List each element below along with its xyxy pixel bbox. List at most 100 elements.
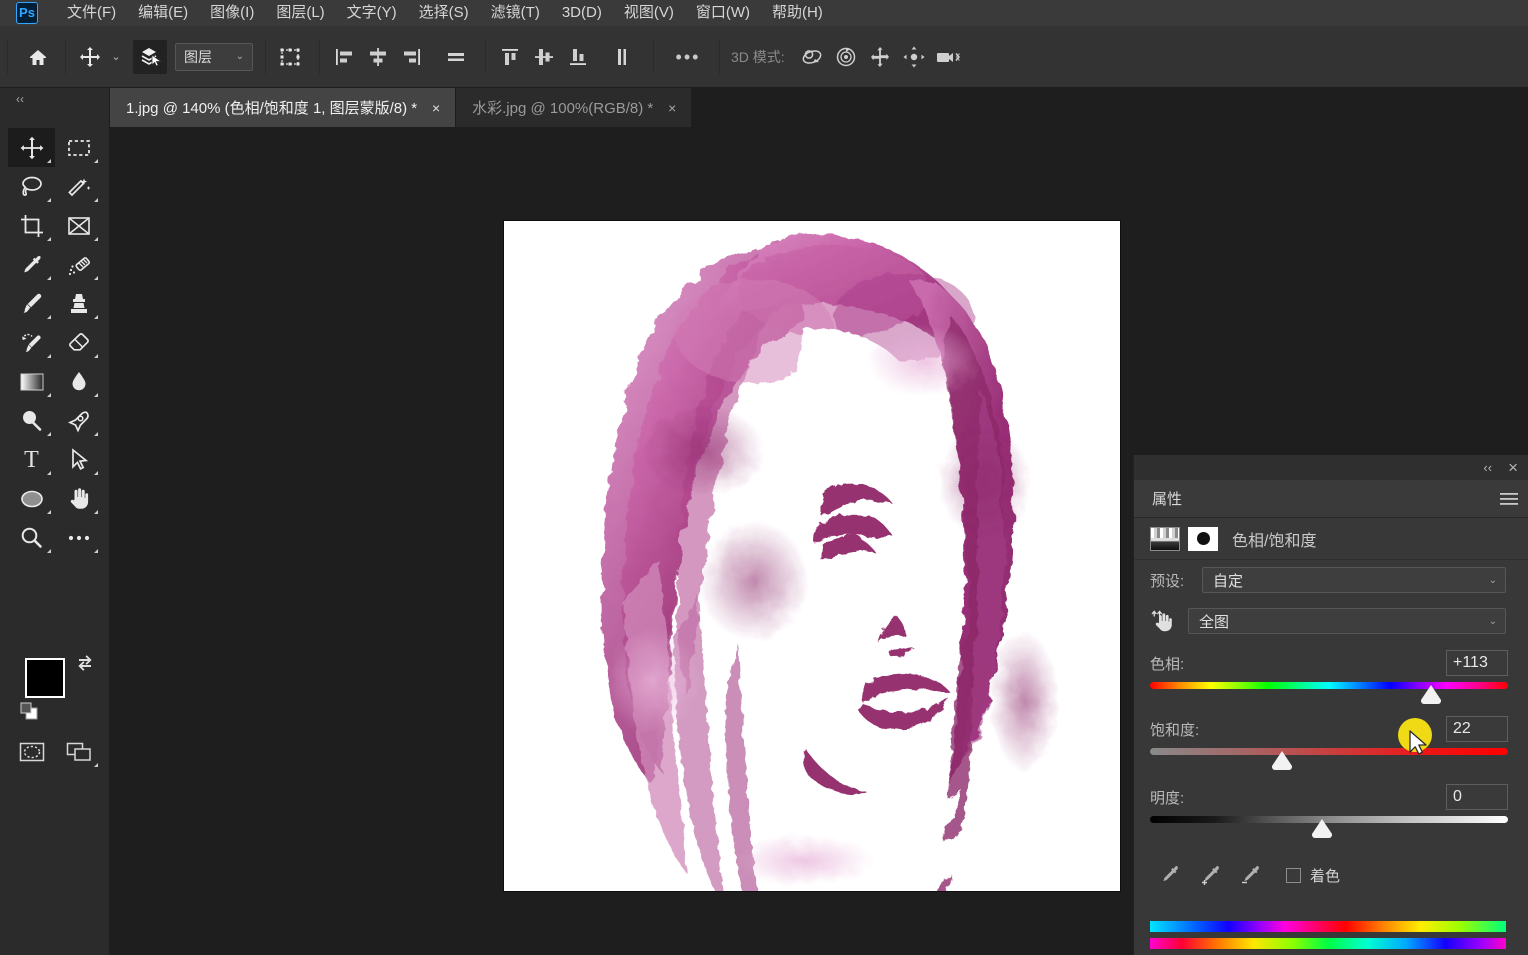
edit-toolbar-button[interactable] <box>55 518 102 557</box>
slide-3d-icon[interactable] <box>897 40 931 74</box>
panel-menu-icon[interactable] <box>1490 480 1528 517</box>
menu-view[interactable]: 视图(V) <box>613 0 685 26</box>
tool-corner-indicator <box>94 237 98 241</box>
zoom-tool[interactable] <box>8 518 55 557</box>
object-selection-tool[interactable] <box>55 167 102 206</box>
show-transform-controls-icon[interactable] <box>273 40 307 74</box>
auto-select-layers-icon[interactable] <box>133 39 167 74</box>
close-icon[interactable]: × <box>665 100 679 116</box>
hue-saturation-thumbnail-icon[interactable] <box>1150 526 1180 551</box>
pen-tool[interactable] <box>55 401 102 440</box>
lightness-slider-thumb[interactable] <box>1311 819 1332 838</box>
close-icon[interactable]: × <box>429 100 443 116</box>
home-icon[interactable] <box>21 40 55 74</box>
chevron-down-icon[interactable]: ⌄ <box>107 50 125 63</box>
menu-layer[interactable]: 图层(L) <box>265 0 335 26</box>
horizontal-type-tool[interactable]: T <box>8 440 55 479</box>
properties-panel: ‹‹ × 属性 色相/饱和度 预设: 自定 ⌄ 全图 ⌄ 色相: +113 饱和… <box>1133 455 1528 955</box>
eraser-tool[interactable] <box>55 323 102 362</box>
quick-mask-tool[interactable] <box>8 732 55 771</box>
auto-select-target-value: 图层 <box>184 48 212 65</box>
menu-help[interactable]: 帮助(H) <box>761 0 834 26</box>
hue-value-input[interactable]: +113 <box>1446 650 1508 676</box>
menu-filter[interactable]: 滤镜(T) <box>480 0 551 26</box>
auto-select-target-select[interactable]: 图层 ⌄ <box>175 42 253 71</box>
eyedropper-tool[interactable] <box>8 245 55 284</box>
color-range-bar-top[interactable] <box>1150 921 1506 932</box>
subtract-from-sample-eyedropper-icon[interactable] <box>1230 863 1270 887</box>
saturation-slider-thumb[interactable] <box>1272 751 1293 770</box>
hue-slider-thumb[interactable] <box>1421 685 1442 704</box>
menu-type[interactable]: 文字(Y) <box>336 0 408 26</box>
tab-properties[interactable]: 属性 <box>1134 480 1201 517</box>
channel-select[interactable]: 全图 ⌄ <box>1188 608 1506 634</box>
align-right-edges-icon[interactable] <box>395 40 429 74</box>
menu-image[interactable]: 图像(I) <box>199 0 265 26</box>
saturation-value-input[interactable]: 22 <box>1446 716 1508 742</box>
preset-select[interactable]: 自定 ⌄ <box>1202 567 1506 593</box>
history-brush-tool[interactable] <box>8 323 55 362</box>
path-selection-tool[interactable] <box>55 440 102 479</box>
brush-tool[interactable] <box>8 284 55 323</box>
more-options-button[interactable]: ••• <box>671 40 705 74</box>
roll-3d-icon[interactable] <box>829 40 863 74</box>
chevron-down-icon: ⌄ <box>235 51 244 62</box>
tab-spacer <box>1200 480 1490 517</box>
align-vertical-centers-icon[interactable] <box>527 40 561 74</box>
blur-tool[interactable] <box>55 362 102 401</box>
collapse-panel-icon[interactable]: ‹‹ <box>1483 460 1492 475</box>
watercolor-portrait-image <box>504 221 1120 891</box>
align-left-edges-icon[interactable] <box>327 40 361 74</box>
menu-select[interactable]: 选择(S) <box>408 0 480 26</box>
spot-healing-brush-tool[interactable] <box>55 245 102 284</box>
foreground-color-swatch[interactable] <box>25 658 65 698</box>
align-bottom-edges-icon[interactable] <box>561 40 595 74</box>
distribute-vertically-icon[interactable] <box>605 40 639 74</box>
tools-panel: ‹‹ T <box>0 88 110 955</box>
menu-window[interactable]: 窗口(W) <box>685 0 761 26</box>
screen-mode-tool[interactable] <box>55 732 102 771</box>
color-swatches <box>20 654 100 724</box>
dodge-tool[interactable] <box>8 401 55 440</box>
document-tab-2[interactable]: 水彩.jpg @ 100%(RGB/8) * × <box>456 88 693 127</box>
distribute-horizontally-icon[interactable] <box>439 40 473 74</box>
menu-edit[interactable]: 编辑(E) <box>127 0 199 26</box>
swap-colors-icon[interactable] <box>76 654 94 676</box>
mode-3d-label: 3D 模式: <box>731 48 785 65</box>
lasso-tool[interactable] <box>8 167 55 206</box>
tool-corner-indicator <box>94 354 98 358</box>
menu-file[interactable]: 文件(F) <box>56 0 127 26</box>
pan-3d-icon[interactable] <box>863 40 897 74</box>
default-colors-icon[interactable] <box>20 702 38 720</box>
align-top-edges-icon[interactable] <box>493 40 527 74</box>
saturation-slider[interactable] <box>1150 744 1508 770</box>
preset-row: 预设: 自定 ⌄ <box>1134 560 1528 600</box>
targeted-adjustment-tool-icon[interactable] <box>1150 608 1188 634</box>
frame-tool[interactable] <box>55 206 102 245</box>
gradient-tool[interactable] <box>8 362 55 401</box>
layer-mask-thumbnail-icon[interactable] <box>1188 526 1218 551</box>
move-tool[interactable] <box>8 128 55 167</box>
lightness-slider[interactable] <box>1150 812 1508 838</box>
tool-corner-indicator <box>94 471 98 475</box>
lightness-value-input[interactable]: 0 <box>1446 784 1508 810</box>
color-range-bar-bottom[interactable] <box>1150 938 1506 949</box>
rectangular-marquee-tool[interactable] <box>55 128 102 167</box>
crop-tool[interactable] <box>8 206 55 245</box>
add-to-sample-eyedropper-icon[interactable] <box>1190 863 1230 887</box>
hand-tool[interactable] <box>55 479 102 518</box>
colorize-checkbox[interactable] <box>1286 867 1301 883</box>
collapse-tools-icon[interactable]: ‹‹ <box>7 88 33 110</box>
menu-3d[interactable]: 3D(D) <box>551 0 613 26</box>
clone-stamp-tool[interactable] <box>55 284 102 323</box>
close-icon[interactable]: × <box>1508 458 1518 478</box>
ellipse-tool[interactable] <box>8 479 55 518</box>
align-horizontal-centers-icon[interactable] <box>361 40 395 74</box>
orbit-3d-icon[interactable] <box>795 40 829 74</box>
sample-color-eyedropper-icon[interactable] <box>1150 863 1190 887</box>
move-tool-icon[interactable] <box>73 40 107 74</box>
document-tab-1[interactable]: 1.jpg @ 140% (色相/饱和度 1, 图层蒙版/8) * × <box>110 88 457 127</box>
zoom-camera-3d-icon[interactable] <box>931 40 965 74</box>
document-canvas[interactable] <box>504 221 1120 891</box>
hue-slider[interactable] <box>1150 678 1508 704</box>
